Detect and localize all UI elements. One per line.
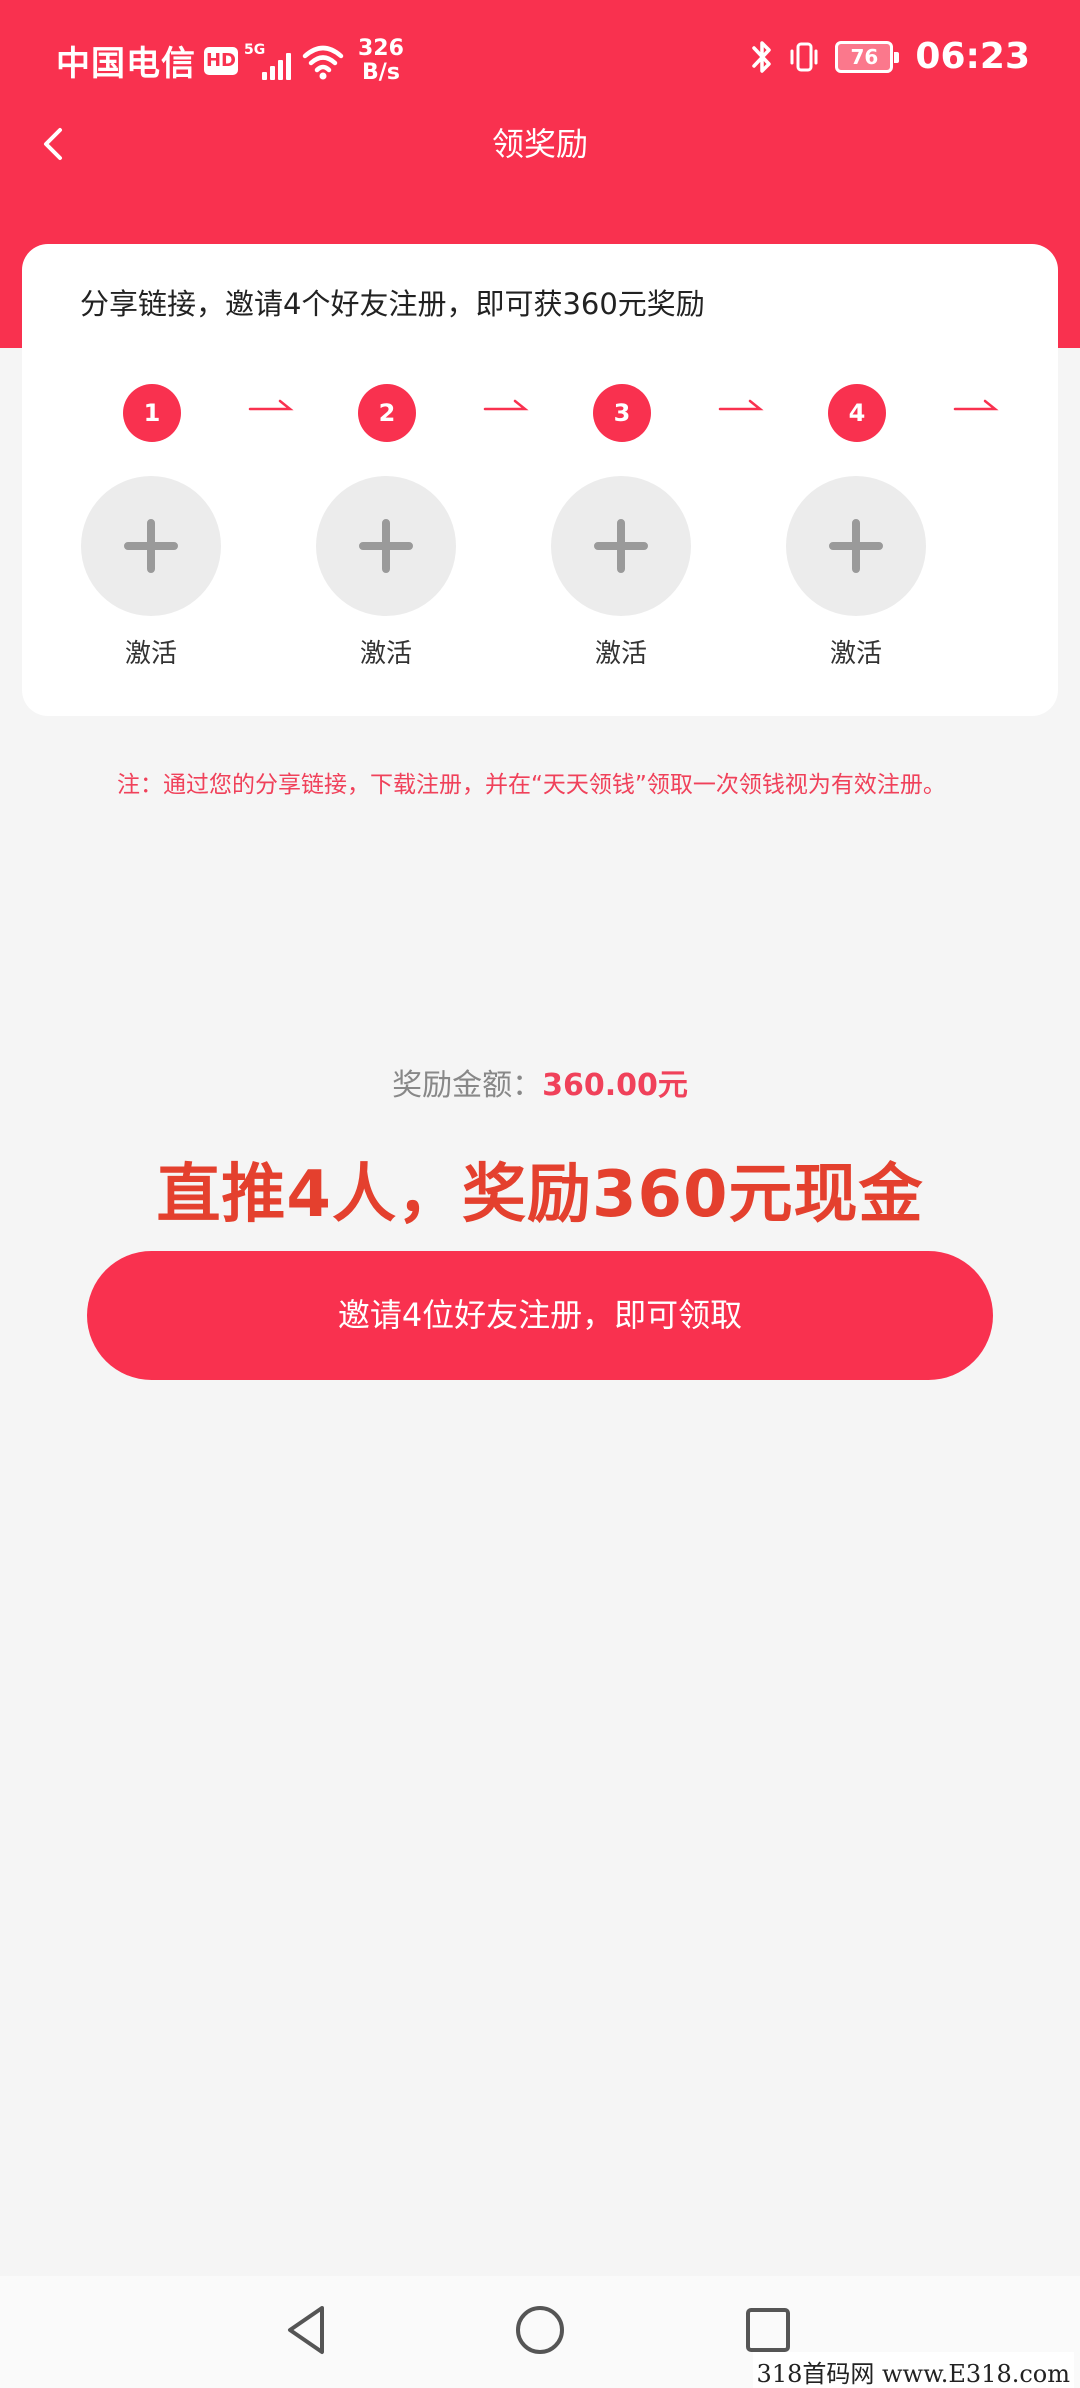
plus-icon bbox=[594, 519, 648, 573]
speed-value: 326 bbox=[358, 35, 404, 61]
network-speed: 326 B/s bbox=[358, 35, 404, 85]
promo-headline: 直推4人，奖励360元现金 bbox=[156, 1158, 924, 1232]
wifi-icon bbox=[302, 45, 344, 79]
speed-unit: B/s bbox=[362, 59, 400, 85]
plus-icon bbox=[124, 519, 178, 573]
step-number-1: 1 bbox=[123, 384, 181, 442]
status-bar-right: 76 06:23 bbox=[749, 36, 1030, 77]
invite-slot-4[interactable] bbox=[786, 476, 926, 616]
step-number-3: 3 bbox=[593, 384, 651, 442]
registration-note: 注：通过您的分享链接，下载注册，并在“天天领钱”领取一次领钱视为有效注册。 bbox=[117, 772, 946, 798]
reward-amount: 360.00元 bbox=[542, 1068, 688, 1103]
battery-level: 76 bbox=[850, 44, 879, 69]
status-bar-left: 中国电信 HD 5G 326 B/s bbox=[56, 36, 404, 85]
back-triangle-icon[interactable] bbox=[276, 2298, 340, 2362]
reward-amount-line: 奖励金额：360.00元 bbox=[0, 1064, 1080, 1108]
invite-card: 分享链接，邀请4个好友注册，即可获360元奖励 1 2 3 4 激活 激活 激活… bbox=[22, 244, 1058, 716]
slot-label-1: 激活 bbox=[124, 639, 177, 669]
cellular-signal-icon: 5G bbox=[244, 42, 294, 80]
hd-badge: HD bbox=[204, 46, 238, 75]
slot-label-3: 激活 bbox=[594, 639, 647, 669]
carrier-name: 中国电信 bbox=[56, 44, 196, 84]
step-number-4: 4 bbox=[828, 384, 886, 442]
invite-slot-1[interactable] bbox=[81, 476, 221, 616]
bluetooth-icon bbox=[752, 40, 772, 73]
invite-slot-2[interactable] bbox=[316, 476, 456, 616]
step-number-2: 2 bbox=[358, 384, 416, 442]
arrow-right-icon bbox=[483, 399, 529, 411]
status-bar: 中国电信 HD 5G 326 B/s 76 06:23 bbox=[0, 0, 1080, 120]
vibrate-icon bbox=[790, 42, 818, 71]
battery-icon: 76 bbox=[835, 40, 900, 73]
slot-label-4: 激活 bbox=[829, 639, 882, 669]
arrow-right-icon bbox=[953, 399, 999, 411]
invite-friends-button[interactable]: 邀请4位好友注册，即可领取 bbox=[87, 1251, 993, 1380]
arrow-right-icon bbox=[718, 399, 764, 411]
invite-description: 分享链接，邀请4个好友注册，即可获360元奖励 bbox=[80, 287, 705, 321]
plus-icon bbox=[829, 519, 883, 573]
network-type: 5G bbox=[244, 41, 266, 58]
watermark: 318首码网 www.E318.com bbox=[752, 2352, 1074, 2388]
plus-icon bbox=[359, 519, 413, 573]
arrow-right-icon bbox=[248, 399, 294, 411]
clock: 06:23 bbox=[915, 36, 1030, 77]
home-circle-icon[interactable] bbox=[508, 2298, 572, 2362]
page-title: 领奖励 bbox=[491, 125, 588, 163]
slot-label-2: 激活 bbox=[359, 639, 412, 669]
reward-label: 奖励金额： bbox=[392, 1068, 543, 1103]
invite-slot-3[interactable] bbox=[551, 476, 691, 616]
